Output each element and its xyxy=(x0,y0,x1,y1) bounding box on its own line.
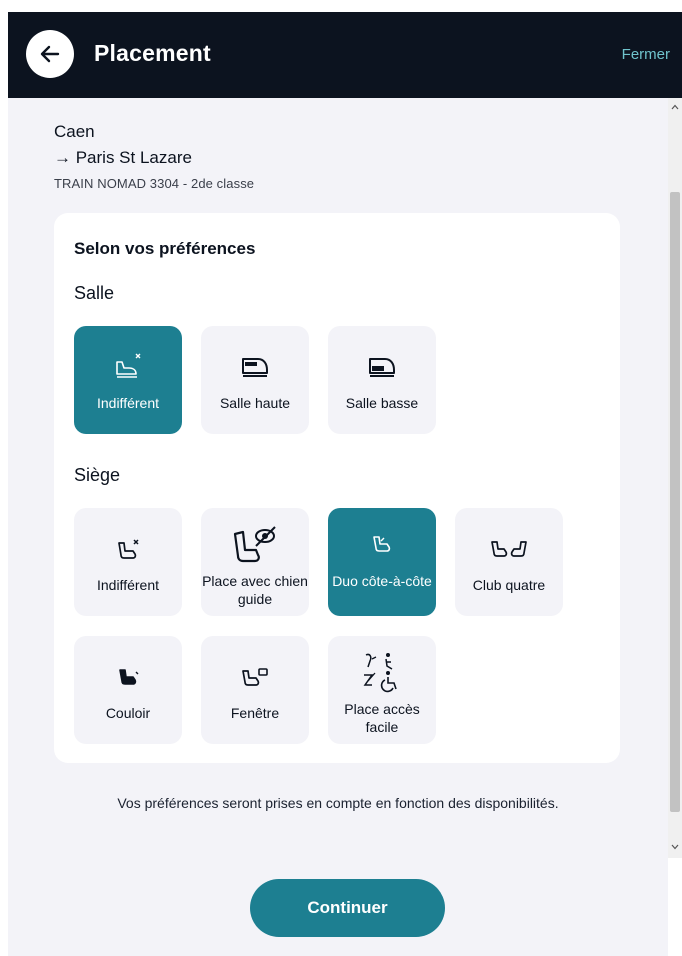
preferences-card: Selon vos préférences Salle Indifférent … xyxy=(54,213,620,763)
back-button[interactable] xyxy=(26,30,74,78)
close-link[interactable]: Fermer xyxy=(622,46,670,63)
scrollbar[interactable] xyxy=(668,98,682,858)
option-label: Salle haute xyxy=(219,395,291,411)
trip-info: Caen → Paris St Lazare TRAIN NOMAD 3304 … xyxy=(54,122,254,191)
arrow-left-icon xyxy=(40,45,60,63)
option-label: Club quatre xyxy=(472,577,546,593)
window-seat-icon xyxy=(240,664,270,690)
aisle-seat-icon xyxy=(116,664,140,690)
option-label: Indifférent xyxy=(96,395,159,411)
siege-label: Siège xyxy=(74,465,121,485)
seat-indifferent-icon xyxy=(111,353,145,380)
option-label: Salle basse xyxy=(345,395,419,411)
availability-note: Vos préférences seront prises en compte … xyxy=(117,795,559,811)
option-label: Couloir xyxy=(105,705,151,721)
salle-option-indifferent[interactable]: Indifférent xyxy=(74,326,182,434)
siege-option-chien-guide[interactable]: Place avec chien guide xyxy=(201,508,309,616)
option-label: Indifférent xyxy=(96,577,159,593)
train-info: TRAIN NOMAD 3304 - 2de classe xyxy=(54,176,255,191)
option-label: Fenêtre xyxy=(230,705,280,721)
option-label: Place avec chien guide xyxy=(202,573,308,608)
scroll-up-icon[interactable] xyxy=(668,100,682,114)
scroll-down-icon[interactable] xyxy=(668,840,682,854)
page-title: Placement xyxy=(94,40,211,66)
siege-option-duo[interactable]: Duo côte-à-côte xyxy=(328,508,436,616)
siege-option-indifferent[interactable]: Indifférent xyxy=(74,508,182,616)
lower-deck-icon xyxy=(367,354,397,380)
upper-deck-icon xyxy=(240,354,270,380)
salle-label: Salle xyxy=(74,283,115,303)
siege-option-acces-facile[interactable]: Place accès facile xyxy=(328,636,436,744)
salle-option-haute[interactable]: Salle haute xyxy=(201,326,309,434)
option-label: Place accès facile xyxy=(344,701,420,736)
continue-button[interactable]: Continuer xyxy=(250,879,445,937)
guide-dog-seat-icon xyxy=(229,524,281,564)
preferences-title: Selon vos préférences xyxy=(74,239,256,258)
siege-option-fenetre[interactable]: Fenêtre xyxy=(201,636,309,744)
scroll-thumb[interactable] xyxy=(670,192,680,812)
salle-option-basse[interactable]: Salle basse xyxy=(328,326,436,434)
club-four-icon xyxy=(489,536,529,562)
accessibility-icon xyxy=(360,652,404,693)
top-bar: Placement Fermer xyxy=(8,12,682,98)
duo-seat-icon xyxy=(370,524,394,564)
siege-option-couloir[interactable]: Couloir xyxy=(74,636,182,744)
trip-origin: Caen xyxy=(54,122,95,141)
seat-indifferent-icon xyxy=(115,536,141,562)
trip-destination: → Paris St Lazare xyxy=(54,148,192,167)
siege-option-club[interactable]: Club quatre xyxy=(455,508,563,616)
option-label: Duo côte-à-côte xyxy=(332,573,432,589)
